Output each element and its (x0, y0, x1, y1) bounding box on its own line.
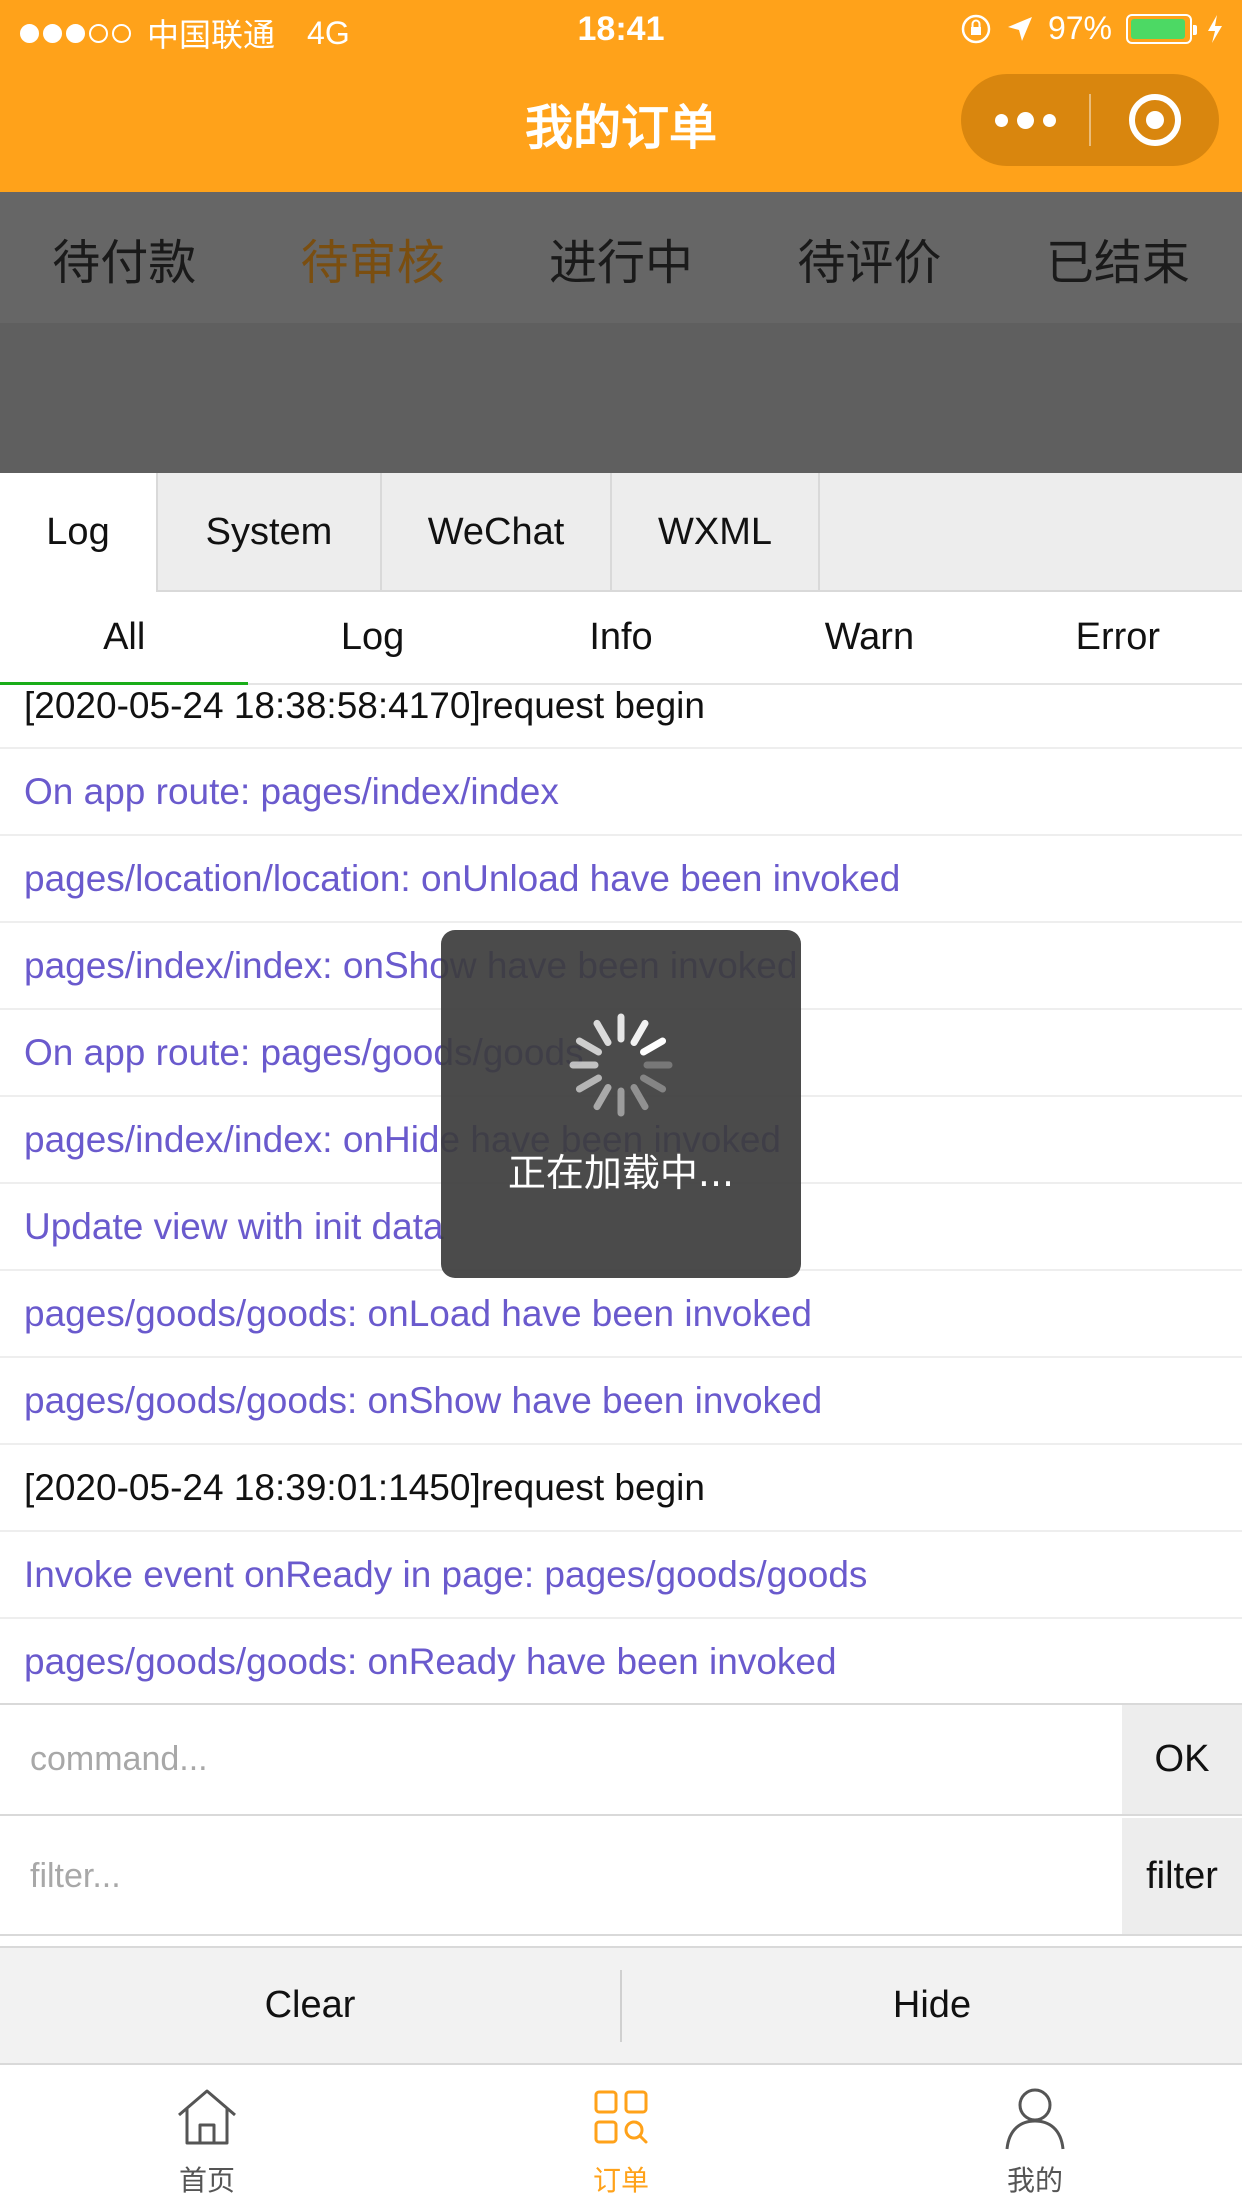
status-right: 97% (960, 10, 1224, 47)
log-row: pages/goods/goods: onShow have been invo… (0, 1358, 1242, 1445)
filter-button[interactable]: filter (1122, 1818, 1242, 1934)
log-row: pages/location/location: onUnload have b… (0, 836, 1242, 923)
battery-percent: 97% (1047, 10, 1112, 46)
filter-bar: filter... filter (0, 1818, 1242, 1936)
log-row: Invoke event onReady in page: pages/good… (0, 1532, 1242, 1619)
log-row: [2020-05-24 18:39:01:1450]request begin (0, 1445, 1242, 1532)
loading-text: 正在加载中... (507, 1151, 735, 1195)
log-row: [2020-05-24 18:38:58:4170]request begin (0, 685, 1242, 749)
orders-grid-icon (594, 2090, 648, 2144)
log-row: On app route: pages/index/index (0, 749, 1242, 836)
vconsole-tabbar: Log System WeChat WXML (0, 473, 1242, 592)
hide-button[interactable]: Hide (622, 1948, 1242, 2063)
command-bar: command... OK (0, 1703, 1242, 1816)
battery-icon (1126, 13, 1197, 44)
tabbar-label: 我的 (1006, 2164, 1063, 2197)
clear-button[interactable]: Clear (0, 1948, 620, 2063)
bottom-tabbar: 首页 订单 我的 (0, 2063, 1242, 2208)
app-header: 中国联通 4G 18:41 97% 我的订单 (0, 0, 1242, 192)
location-arrow-icon (1007, 16, 1032, 41)
user-icon (1005, 2088, 1065, 2150)
home-icon (178, 2089, 236, 2145)
loading-toast: 正在加载中... (441, 930, 801, 1278)
command-ok-button[interactable]: OK (1122, 1705, 1242, 1814)
order-tab-pending-payment[interactable]: 待付款 (0, 192, 248, 323)
tabbar-label: 首页 (178, 2164, 235, 2197)
log-filter-warn[interactable]: Warn (745, 592, 993, 683)
filter-input[interactable]: filter... (30, 1818, 1110, 1934)
mini-program-capsule (961, 74, 1219, 166)
command-input[interactable]: command... (30, 1705, 1110, 1814)
loading-spinner-icon (569, 1013, 673, 1117)
tabbar-item-mine[interactable]: 我的 (828, 2065, 1242, 2208)
status-bar: 中国联通 4G 18:41 97% (0, 0, 1242, 62)
order-status-tabs: 待付款 待审核 进行中 待评价 已结束 (0, 192, 1242, 323)
log-row: pages/goods/goods: onLoad have been invo… (0, 1271, 1242, 1358)
vconsole-tab-wechat[interactable]: WeChat (382, 473, 612, 592)
target-close-icon (1129, 94, 1181, 146)
log-filter-error[interactable]: Error (994, 592, 1242, 683)
close-mini-program-button[interactable] (1091, 74, 1219, 166)
log-filter-info[interactable]: Info (497, 592, 745, 683)
log-filter-log[interactable]: Log (248, 592, 496, 683)
vconsole-tab-log[interactable]: Log (0, 473, 158, 592)
tabbar-item-orders[interactable]: 订单 (414, 2065, 828, 2208)
vconsole-log-filter-tabs: All Log Info Warn Error (0, 592, 1242, 685)
log-row: pages/goods/goods: onReady have been inv… (0, 1619, 1242, 1700)
order-tab-pending-rating[interactable]: 待评价 (745, 192, 993, 323)
order-tab-finished[interactable]: 已结束 (994, 192, 1242, 323)
vconsole-footer: Clear Hide (0, 1946, 1242, 2063)
more-menu-icon[interactable] (961, 74, 1089, 166)
order-tab-in-progress[interactable]: 进行中 (497, 192, 745, 323)
vconsole-tab-wxml[interactable]: WXML (612, 473, 820, 592)
orientation-lock-icon (961, 14, 991, 43)
charging-bolt-icon (1208, 14, 1222, 43)
tabbar-label: 订单 (592, 2164, 649, 2197)
order-tab-pending-review[interactable]: 待审核 (248, 192, 496, 323)
order-list-area (0, 323, 1242, 473)
vconsole-tab-system[interactable]: System (158, 473, 382, 592)
tabbar-item-home[interactable]: 首页 (0, 2065, 414, 2208)
log-filter-all[interactable]: All (0, 592, 249, 685)
